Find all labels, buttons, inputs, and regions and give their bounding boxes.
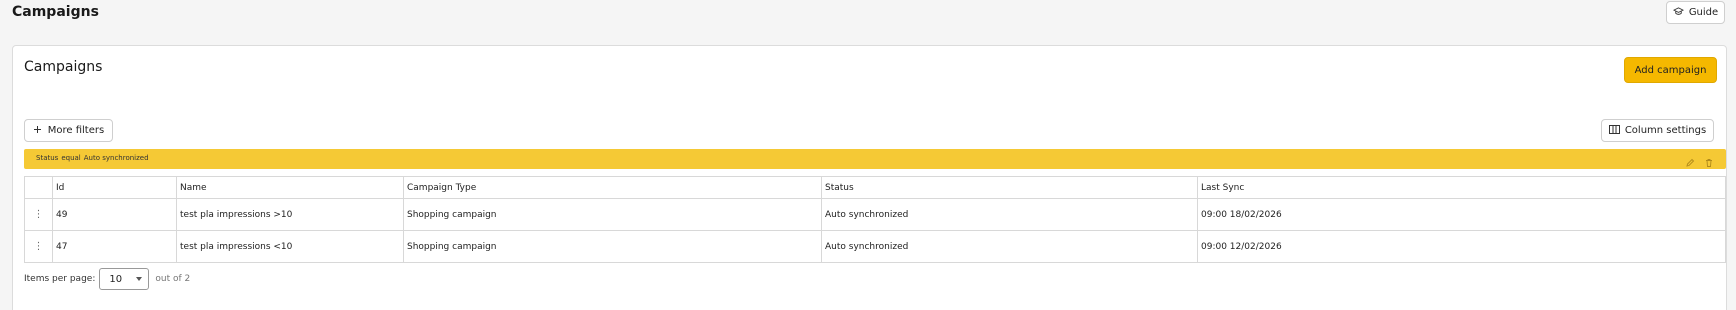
card-title: Campaigns [24,59,103,75]
kebab-menu-icon[interactable]: ⋮ [24,198,53,231]
column-header-status[interactable]: Status [821,176,1198,199]
column-settings-button[interactable]: Column settings [1601,119,1714,142]
column-header-last-sync[interactable]: Last Sync [1197,176,1726,199]
table-header-row: Id Name Campaign Type Status Last Sync [24,176,1726,199]
cell-campaign-type: Shopping campaign [403,230,822,263]
campaigns-table: Id Name Campaign Type Status Last Sync ⋮… [24,176,1726,263]
more-filters-label: More filters [47,125,105,136]
guide-label: Guide [1688,7,1719,18]
campaigns-card: Campaigns Add campaign More filters Colu… [12,45,1727,310]
pagination: Items per page: 10 out of 2 [24,268,190,290]
cell-name: test pla impressions <10 [176,230,404,263]
table-row[interactable]: ⋮ 47 test pla impressions <10 Shopping c… [24,230,1726,263]
column-header-id[interactable]: Id [52,176,177,199]
cell-last-sync: 09:00 12/02/2026 [1197,230,1726,263]
cell-id: 47 [52,230,177,263]
table-row[interactable]: ⋮ 49 test pla impressions >10 Shopping c… [24,198,1726,231]
filter-operator: equal [61,154,81,162]
cell-last-sync: 09:00 18/02/2026 [1197,198,1726,231]
delete-filter-icon[interactable] [1704,153,1714,172]
plus-icon [33,125,42,137]
cell-name: test pla impressions >10 [176,198,404,231]
cell-id: 49 [52,198,177,231]
column-header-campaign-type[interactable]: Campaign Type [403,176,822,199]
page-title: Campaigns [12,4,99,20]
active-filter-bar[interactable]: Status equal Auto synchronized [24,149,1726,169]
filter-field: Status [36,154,59,162]
edit-filter-icon[interactable] [1685,153,1695,172]
cell-status: Auto synchronized [821,230,1198,263]
chevron-down-icon [136,277,143,281]
column-header-name[interactable]: Name [176,176,404,199]
items-per-page-label: Items per page: [24,274,96,284]
add-campaign-button[interactable]: Add campaign [1624,57,1717,83]
graduation-cap-icon [1672,6,1684,20]
columns-icon [1608,124,1620,137]
filter-value: Auto synchronized [83,154,149,162]
column-settings-label: Column settings [1624,125,1707,136]
cell-campaign-type: Shopping campaign [403,198,822,231]
filter-chip: Status equal Auto synchronized [36,154,152,162]
items-per-page-value: 10 [109,273,123,285]
items-per-page-select[interactable]: 10 [99,268,150,290]
total-pages-text: out of 2 [155,274,191,284]
guide-button[interactable]: Guide [1666,1,1725,24]
cell-status: Auto synchronized [821,198,1198,231]
kebab-menu-icon[interactable]: ⋮ [24,230,53,263]
column-header-actions [24,176,53,199]
more-filters-button[interactable]: More filters [24,119,113,142]
